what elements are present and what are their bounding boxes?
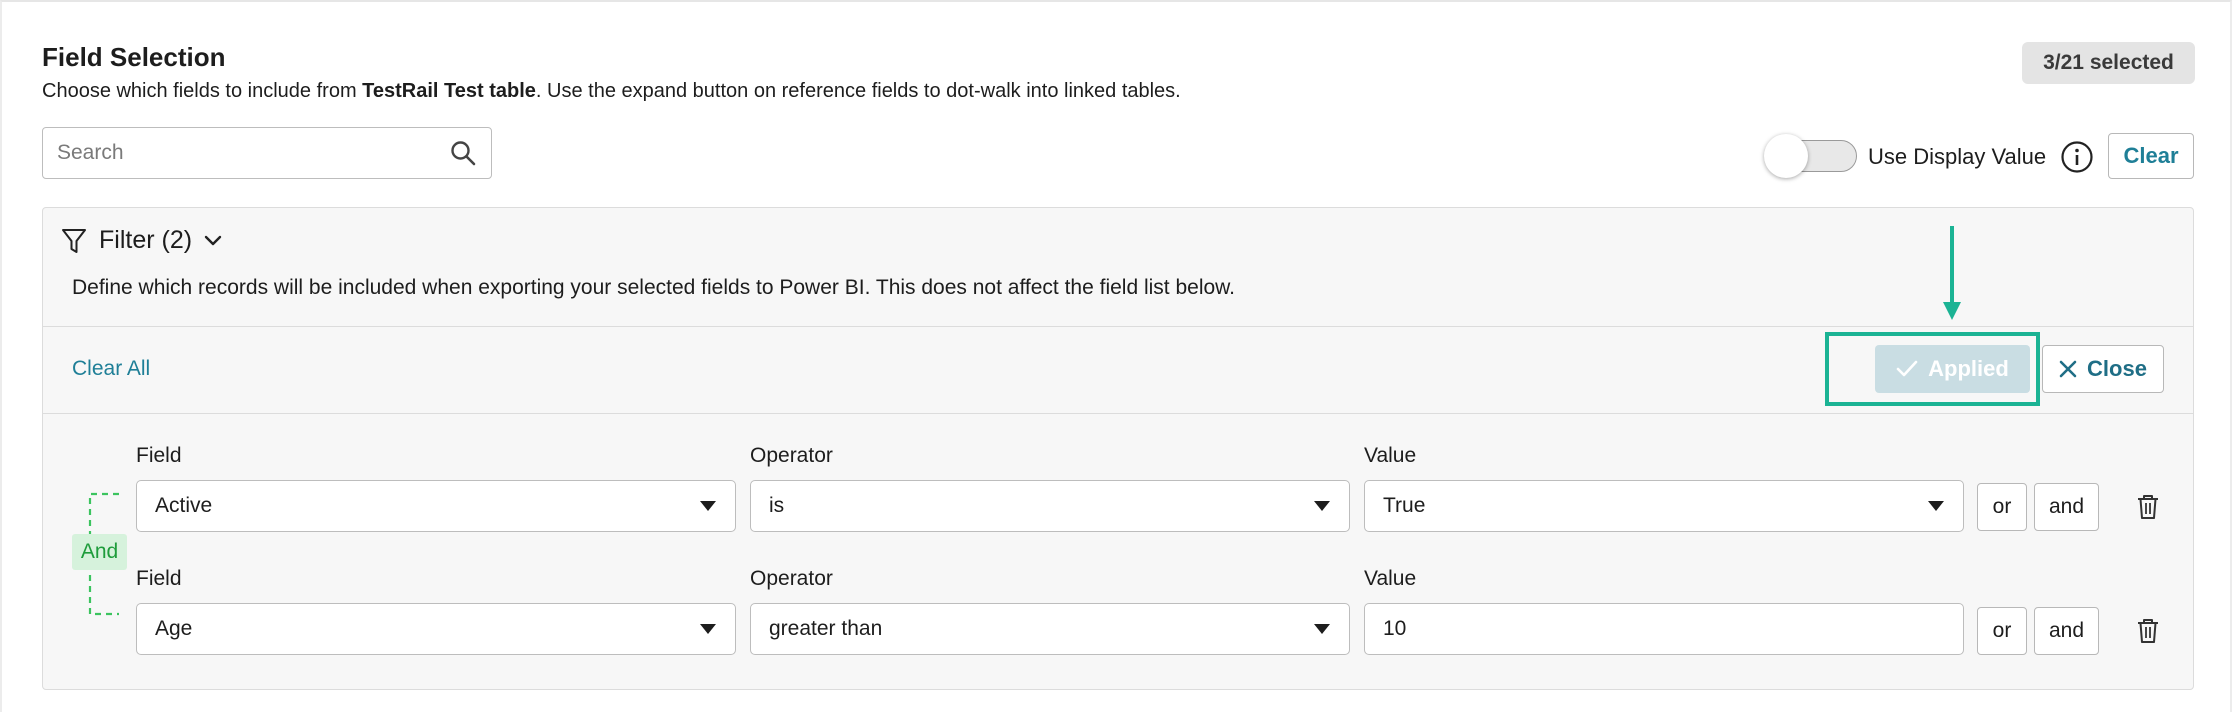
- row2-value-input[interactable]: 10: [1364, 603, 1964, 655]
- search-icon[interactable]: [449, 139, 477, 167]
- row2-operator-value: greater than: [769, 617, 883, 640]
- checkmark-icon: [1896, 360, 1918, 377]
- info-icon[interactable]: [2060, 140, 2094, 174]
- row2-and-button[interactable]: and: [2034, 607, 2099, 655]
- row1-value-value: True: [1383, 494, 1426, 517]
- subtitle-table-name: TestRail Test table: [362, 80, 536, 102]
- row2-operator-label: Operator: [750, 567, 833, 590]
- filter-description: Define which records will be included wh…: [72, 276, 1236, 299]
- caret-down-icon: [1314, 624, 1330, 634]
- row1-field-select[interactable]: Active: [136, 480, 736, 532]
- subtitle-prefix: Choose which fields to include from: [42, 80, 363, 102]
- row1-operator-value: is: [769, 494, 785, 517]
- row1-or-button[interactable]: or: [1977, 483, 2027, 531]
- clear-all-link[interactable]: Clear All: [72, 357, 150, 381]
- row2-or-button[interactable]: or: [1977, 607, 2027, 655]
- row2-value-value: 10: [1383, 617, 1407, 640]
- filter-funnel-icon: [62, 228, 86, 253]
- page-title: Field Selection: [42, 42, 226, 72]
- row1-field-label: Field: [136, 444, 182, 467]
- chevron-down-icon[interactable]: [202, 230, 224, 252]
- close-button[interactable]: Close: [2042, 345, 2164, 393]
- row1-operator-label: Operator: [750, 444, 833, 467]
- row2-field-select[interactable]: Age: [136, 603, 736, 655]
- close-icon: [2059, 360, 2077, 378]
- row2-field-value: Age: [155, 617, 193, 640]
- subtitle-suffix: . Use the expand button on reference fie…: [535, 80, 1181, 102]
- row1-operator-select[interactable]: is: [750, 480, 1350, 532]
- row2-value-label: Value: [1364, 567, 1417, 590]
- filter-title: Filter (2): [99, 226, 193, 254]
- applied-label: Applied: [1928, 356, 2009, 381]
- search-box: [42, 127, 492, 179]
- annotation-arrow: [1943, 226, 1961, 320]
- close-label: Close: [2087, 356, 2147, 381]
- row1-field-value: Active: [155, 494, 213, 517]
- row1-and-button[interactable]: and: [2034, 483, 2099, 531]
- row1-value-select[interactable]: True: [1364, 480, 1964, 532]
- selected-count-badge: 3/21 selected: [2022, 42, 2195, 84]
- row2-trash-icon[interactable]: [2136, 618, 2160, 644]
- caret-down-icon: [1928, 501, 1944, 511]
- row1-value-label: Value: [1364, 444, 1417, 467]
- caret-down-icon: [1314, 501, 1330, 511]
- caret-down-icon: [700, 501, 716, 511]
- page-subtitle: Choose which fields to include from Test…: [42, 80, 1181, 103]
- search-input[interactable]: [43, 141, 449, 165]
- row2-operator-select[interactable]: greater than: [750, 603, 1350, 655]
- filter-header[interactable]: Filter (2): [61, 226, 224, 255]
- toggle-knob: [1764, 134, 1808, 178]
- caret-down-icon: [700, 624, 716, 634]
- row2-field-label: Field: [136, 567, 182, 590]
- display-value-toggle[interactable]: [1764, 134, 1857, 178]
- field-selection-card: Field Selection Choose which fields to i…: [0, 0, 2232, 712]
- display-value-label: Use Display Value: [1868, 144, 2047, 169]
- row1-trash-icon[interactable]: [2136, 494, 2160, 520]
- applied-button[interactable]: Applied: [1875, 345, 2030, 393]
- clear-button[interactable]: Clear: [2108, 133, 2194, 179]
- and-conjunction-badge[interactable]: And: [72, 534, 127, 570]
